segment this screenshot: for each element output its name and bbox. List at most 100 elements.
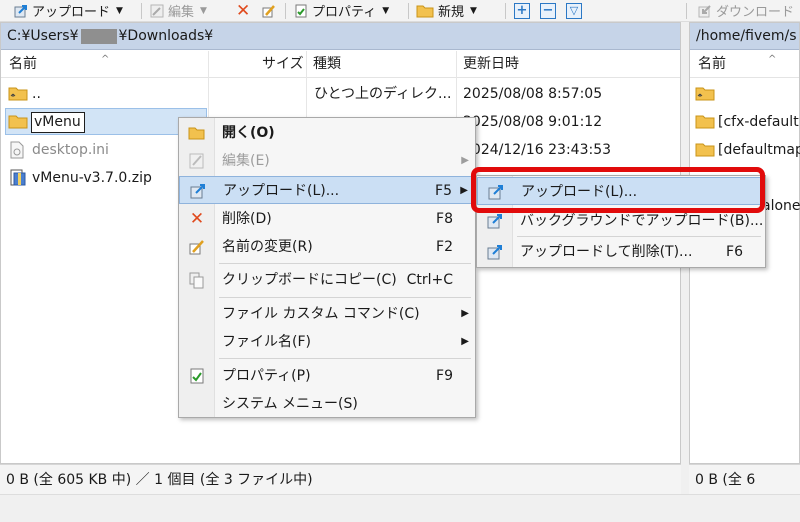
menu-item-rename[interactable]: 名前の変更(R) F2 bbox=[179, 233, 475, 261]
edit-toolbar-button[interactable]: 編集 ▼ bbox=[150, 0, 207, 21]
file-name: .. bbox=[32, 86, 41, 102]
table-row[interactable]: .. ひとつ上のディレク... 2025/08/08 8:57:05 bbox=[1, 80, 680, 108]
sort-up-icon: ^ bbox=[768, 54, 777, 65]
folder-icon bbox=[695, 143, 715, 157]
remote-path: /home/fivem/s bbox=[696, 28, 797, 44]
chevron-right-icon: ▶ bbox=[461, 336, 469, 347]
folder-icon bbox=[8, 115, 28, 129]
menu-item-shortcut: F8 bbox=[436, 211, 453, 227]
chevron-right-icon: ▶ bbox=[461, 155, 469, 166]
file-name: desktop.ini bbox=[32, 142, 109, 158]
menu-separator bbox=[219, 263, 471, 264]
menu-item-shortcut: F6 bbox=[726, 244, 743, 260]
menu-item-label: クリップボードにコピー(C) bbox=[222, 272, 397, 288]
file-name: [cfx-default] bbox=[718, 114, 800, 130]
parent-folder-icon bbox=[8, 87, 28, 101]
menu-item-label: ファイル カスタム コマンド(C) bbox=[222, 306, 420, 322]
rename-toolbar-button[interactable] bbox=[262, 0, 276, 21]
rename-icon bbox=[189, 240, 204, 255]
menu-item-custom-commands[interactable]: ファイル カスタム コマンド(C) ▶ bbox=[179, 300, 475, 328]
download-toolbar-label: ダウンロード bbox=[716, 5, 795, 20]
menu-item-delete[interactable]: ✕ 削除(D) F8 bbox=[179, 205, 475, 233]
remote-status-bar: 0 B (全 6 bbox=[689, 464, 800, 494]
file-modified: 2025/08/08 9:01:12 bbox=[463, 114, 603, 130]
menu-item-shortcut: Ctrl+C bbox=[406, 272, 453, 288]
submenu-item-upload-and-delete[interactable]: アップロードして削除(T)... F6 bbox=[477, 238, 765, 266]
menu-item-label: プロパティ(P) bbox=[222, 368, 311, 384]
redacted-username bbox=[80, 28, 117, 44]
upload-toolbar-label: アップロード bbox=[32, 5, 111, 20]
column-size[interactable]: サイズ bbox=[262, 51, 304, 78]
chevron-right-icon: ▶ bbox=[460, 185, 468, 196]
highlight-annotation-frame bbox=[471, 167, 765, 213]
menu-item-upload[interactable]: アップロード(L)... F5 ▶ bbox=[179, 176, 475, 204]
properties-icon bbox=[190, 368, 204, 384]
chevron-down-icon[interactable]: ▼ bbox=[470, 6, 477, 16]
menu-separator bbox=[219, 358, 471, 359]
properties-icon bbox=[295, 4, 307, 17]
delete-icon: ✕ bbox=[236, 0, 251, 21]
file-name: vMenu-v3.7.0.zip bbox=[32, 170, 152, 186]
menu-item-label: アップロードして削除(T)... bbox=[520, 244, 693, 260]
local-path-prefix: C:¥Users¥ bbox=[7, 28, 79, 44]
menu-item-label: 削除(D) bbox=[222, 211, 272, 227]
context-menu: 開く(O) 編集(E) ▶ アップロード(L)... F5 ▶ ✕ 削除(D) … bbox=[178, 117, 476, 418]
chevron-down-icon[interactable]: ▼ bbox=[200, 6, 207, 16]
column-name[interactable]: 名前 bbox=[9, 51, 37, 78]
chevron-down-icon[interactable]: ▼ bbox=[116, 6, 123, 16]
column-name[interactable]: 名前 bbox=[698, 51, 726, 78]
menu-item-filename[interactable]: ファイル名(F) ▶ bbox=[179, 328, 475, 356]
rename-input[interactable]: vMenu bbox=[31, 112, 85, 133]
chevron-right-icon: ▶ bbox=[461, 308, 469, 319]
file-type: ひとつ上のディレク... bbox=[314, 86, 452, 102]
clipboard-copy-icon bbox=[189, 272, 204, 289]
menu-item-label: システム メニュー(S) bbox=[222, 396, 358, 412]
menu-item-label: 開く(O) bbox=[222, 125, 275, 141]
menu-item-edit[interactable]: 編集(E) ▶ bbox=[179, 147, 475, 175]
download-toolbar-button[interactable]: ダウンロード bbox=[698, 0, 794, 21]
bottom-panel bbox=[0, 494, 800, 522]
properties-toolbar-button[interactable]: プロパティ ▼ bbox=[294, 0, 389, 21]
select-remove-button[interactable]: − bbox=[540, 0, 556, 21]
table-row[interactable]: [cfx-default] bbox=[690, 108, 800, 136]
menu-item-shortcut: F5 bbox=[435, 183, 452, 199]
menu-item-label: アップロード(L)... bbox=[223, 183, 340, 199]
file-modified: 2024/12/16 23:43:53 bbox=[463, 142, 612, 158]
menu-item-label: ファイル名(F) bbox=[222, 334, 311, 350]
menu-item-shortcut: F2 bbox=[436, 239, 453, 255]
column-type[interactable]: 種類 bbox=[313, 51, 341, 78]
remote-path-bar[interactable]: /home/fivem/s bbox=[690, 23, 799, 50]
new-toolbar-label: 新規 bbox=[438, 5, 465, 20]
delete-toolbar-button[interactable]: ✕ bbox=[236, 0, 250, 21]
toolbar-divider bbox=[408, 3, 409, 19]
sort-up-icon: ^ bbox=[101, 54, 110, 65]
select-filter-button[interactable]: ▽ bbox=[566, 0, 582, 21]
table-row[interactable] bbox=[690, 80, 799, 108]
toolbar-divider bbox=[505, 3, 506, 19]
menu-item-shortcut: F9 bbox=[436, 368, 453, 384]
menu-item-copy-clipboard[interactable]: クリップボードにコピー(C) Ctrl+C bbox=[179, 266, 475, 294]
column-header: 名前 ^ サイズ 種類 更新日時 bbox=[1, 51, 680, 271]
toolbar-divider bbox=[285, 3, 286, 19]
select-add-button[interactable]: + bbox=[514, 0, 530, 21]
menu-item-label: 編集(E) bbox=[222, 153, 270, 169]
upload-delete-icon bbox=[487, 245, 502, 260]
menu-item-system-menu[interactable]: システム メニュー(S) bbox=[179, 390, 475, 418]
open-folder-icon bbox=[188, 127, 205, 140]
rename-icon bbox=[262, 4, 275, 17]
file-name: alone bbox=[762, 198, 800, 214]
new-toolbar-button[interactable]: 新規 ▼ bbox=[416, 0, 477, 21]
edit-icon bbox=[189, 153, 204, 169]
chevron-down-icon[interactable]: ▼ bbox=[382, 6, 389, 16]
column-modified[interactable]: 更新日時 bbox=[463, 51, 519, 78]
table-row[interactable]: [defaultmap bbox=[690, 136, 800, 164]
local-path-bar[interactable]: C:¥Users¥ ¥Downloads¥ bbox=[1, 23, 680, 50]
upload-icon bbox=[190, 184, 205, 199]
edit-toolbar-label: 編集 bbox=[168, 5, 195, 20]
upload-toolbar-button[interactable]: アップロード ▼ bbox=[14, 0, 123, 21]
menu-item-properties[interactable]: プロパティ(P) F9 bbox=[179, 362, 475, 390]
background-upload-icon bbox=[487, 214, 502, 229]
local-path-suffix: ¥Downloads¥ bbox=[118, 28, 214, 44]
local-status-bar: 0 B (全 605 KB 中) ／ 1 個目 (全 3 ファイル中) bbox=[0, 464, 681, 494]
menu-item-open[interactable]: 開く(O) bbox=[179, 119, 475, 147]
